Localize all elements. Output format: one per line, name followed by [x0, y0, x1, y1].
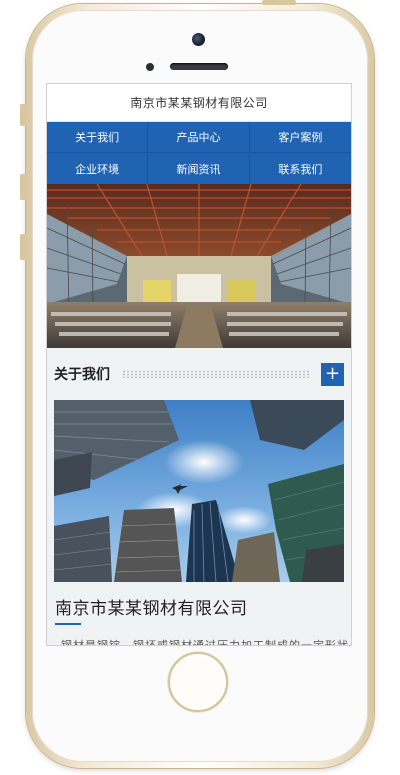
nav-item-environment[interactable]: 企业环境 [47, 153, 149, 184]
hero-banner[interactable] [47, 184, 351, 348]
proximity-sensor [146, 63, 154, 71]
main-nav: 关于我们 产品中心 客户案例 企业环境 新闻资讯 联系我们 [47, 122, 351, 184]
skyscrapers-image [54, 400, 344, 582]
nav-item-cases[interactable]: 客户案例 [249, 122, 351, 153]
plus-icon: + [324, 363, 341, 384]
nav-item-contact[interactable]: 联系我们 [250, 153, 351, 184]
home-button[interactable] [168, 652, 228, 712]
nav-item-products[interactable]: 产品中心 [148, 122, 250, 153]
mute-switch [20, 104, 26, 126]
company-name: 南京市某某钢材有限公司 [55, 599, 248, 619]
about-heading-row: 关于我们 + [47, 348, 351, 400]
power-button [262, 0, 296, 5]
about-divider [122, 370, 309, 378]
hero-banner-image [47, 184, 351, 348]
site-header: 南京市某某钢材有限公司 [47, 84, 351, 122]
phone-screen: 南京市某某钢材有限公司 关于我们 产品中心 客户案例 企业环境 新闻资讯 联系我… [47, 84, 351, 645]
earpiece-speaker [170, 63, 228, 70]
nav-item-about[interactable]: 关于我们 [47, 122, 149, 153]
company-intro: 钢材是钢锭、钢坯或钢材通过压力加工制成的一定形状 [61, 637, 351, 645]
more-button[interactable]: + [321, 362, 344, 386]
about-title: 关于我们 [54, 367, 110, 383]
nav-item-news[interactable]: 新闻资讯 [148, 153, 250, 184]
volume-up-button [20, 174, 26, 200]
volume-down-button [20, 234, 26, 260]
about-image [54, 400, 344, 582]
site-title: 南京市某某钢材有限公司 [130, 96, 268, 110]
company-name-underline [55, 623, 81, 625]
about-section: 关于我们 + 南京市某某钢材有限公司 [47, 348, 351, 645]
front-camera [192, 33, 205, 46]
